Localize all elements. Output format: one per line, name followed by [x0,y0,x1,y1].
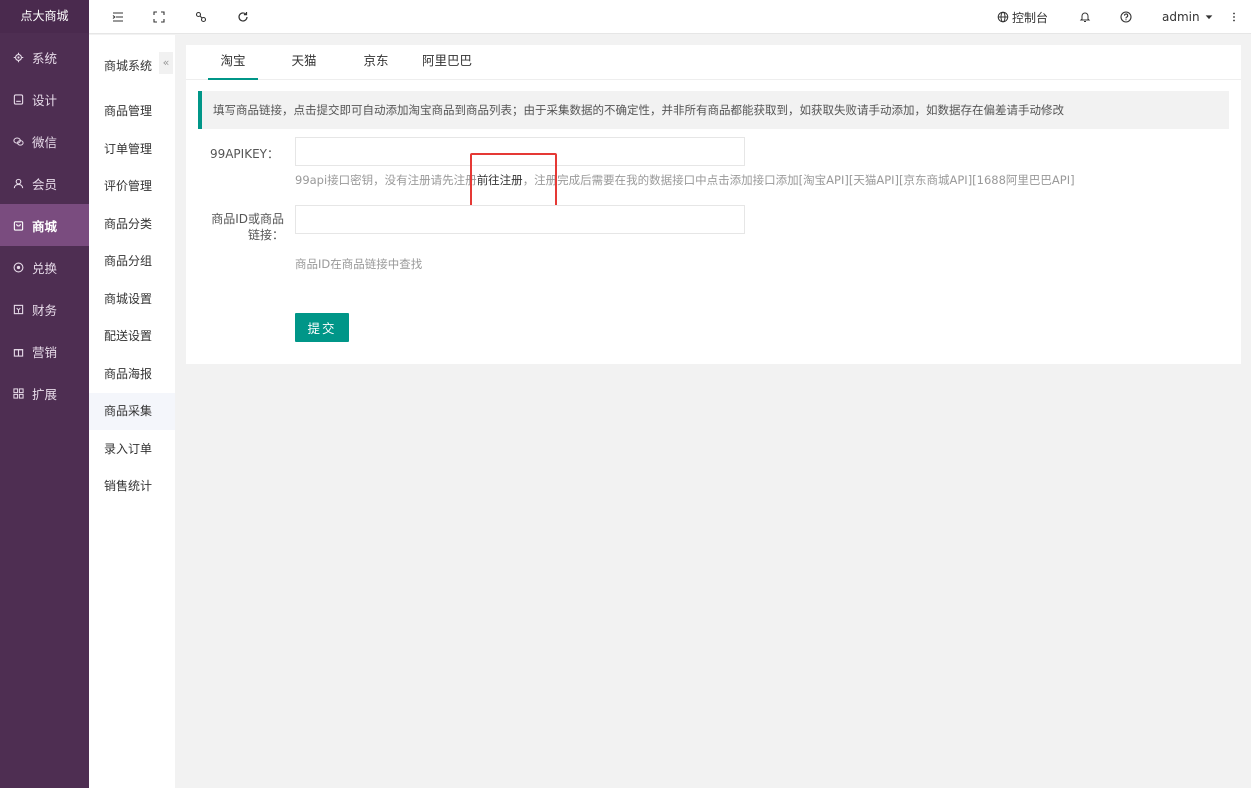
sidebar-item-label: 兑换 [32,260,58,276]
apps-icon [12,387,25,400]
secondary-menu-title: 商城系统 [104,59,153,73]
sidebar-item-member[interactable]: 会员 [0,162,89,204]
submenu-item-sales-stats[interactable]: 销售统计 [89,468,175,505]
sidebar-item-wechat[interactable]: 微信 [0,120,89,162]
brand-logo: 点大商城 [0,0,89,33]
tab-alibaba[interactable]: 阿里巴巴 [417,45,477,80]
submenu-item-enter-order[interactable]: 录入订单 [89,431,175,468]
exchange-icon [12,261,25,274]
console-label: 控制台 [1012,10,1049,25]
user-menu[interactable]: admin [1162,0,1214,34]
submenu-item-shop-settings[interactable]: 商城设置 [89,281,175,318]
goods-id-input[interactable] [295,205,745,234]
finance-icon [12,303,25,316]
goods-id-label-line1: 商品ID或商品 [211,212,284,226]
menu-toggle-icon[interactable] [111,10,125,24]
collect-card: 淘宝 天猫 京东 阿里巴巴 填写商品链接，点击提交即可自动添加淘宝商品到商品列表… [186,45,1241,364]
design-icon [12,93,25,106]
goods-id-label-line2: 链接： [247,228,284,242]
info-notice: 填写商品链接，点击提交即可自动添加淘宝商品到商品列表；由于采集数据的不确定性，并… [198,91,1229,129]
submenu-item-goods-manage[interactable]: 商品管理 [89,93,175,130]
help-icon [1120,11,1132,23]
notification-button[interactable] [1079,0,1091,34]
sidebar-item-label: 营销 [32,344,58,360]
bell-icon [1079,11,1091,23]
tab-jd[interactable]: 京东 [351,45,401,80]
more-vertical-icon [1228,11,1240,23]
fullscreen-icon[interactable] [152,10,166,24]
sidebar-item-label: 扩展 [32,386,58,402]
apikey-help-prefix: 99api接口密钥，没有注册请先注册 [295,173,477,187]
apikey-help: 99api接口密钥，没有注册请先注册前往注册，注册完成后需要在我的数据接口中点击… [295,172,1075,188]
shop-icon [12,219,25,232]
more-menu-button[interactable] [1228,0,1240,34]
submenu-item-goods-collect[interactable]: 商品采集 [89,393,175,430]
secondary-menu-header: 商城系统 « [89,35,175,92]
main-sidebar: 点大商城 系统 设计 微信 会员 商城 兑换 财务 营销 扩展 [0,0,89,788]
platform-tabs: 淘宝 天猫 京东 阿里巴巴 [186,45,1241,80]
sidebar-item-label: 设计 [32,92,58,108]
highlight-annotation [470,153,557,212]
collapse-menu-button[interactable]: « [159,52,173,74]
sidebar-item-extension[interactable]: 扩展 [0,372,89,414]
sidebar-item-label: 会员 [32,176,58,192]
sidebar-item-label: 财务 [32,302,58,318]
secondary-menu: 商城系统 « 商品管理 订单管理 评价管理 商品分类 商品分组 商城设置 配送设… [89,35,175,788]
wechat-icon [12,135,25,148]
help-button[interactable] [1120,0,1132,34]
apikey-label: 99APIKEY： [209,147,279,161]
gear-icon [12,51,25,64]
globe-icon [997,11,1009,23]
user-icon [12,177,25,190]
refresh-icon[interactable] [236,10,250,24]
tab-taobao[interactable]: 淘宝 [208,45,258,80]
username: admin [1162,10,1200,24]
sidebar-item-marketing[interactable]: 营销 [0,330,89,372]
submenu-item-group[interactable]: 商品分组 [89,243,175,280]
submenu-item-goods-poster[interactable]: 商品海报 [89,356,175,393]
sidebar-item-finance[interactable]: 财务 [0,288,89,330]
sidebar-item-design[interactable]: 设计 [0,78,89,120]
caret-down-icon [1204,12,1214,22]
sidebar-item-label: 商城 [32,218,58,234]
sidebar-item-system[interactable]: 系统 [0,36,89,78]
goods-id-help: 商品ID在商品链接中查找 [295,257,423,271]
top-header: 控制台 admin [89,0,1251,34]
link-icon[interactable] [194,10,208,24]
submenu-item-order-manage[interactable]: 订单管理 [89,131,175,168]
gift-icon [12,345,25,358]
submenu-item-category[interactable]: 商品分类 [89,206,175,243]
sidebar-item-label: 微信 [32,134,58,150]
submit-button[interactable]: 提交 [295,313,349,342]
apikey-help-suffix: ，注册完成后需要在我的数据接口中点击添加接口添加[淘宝API][天猫API][京… [522,173,1075,187]
sidebar-item-shop[interactable]: 商城 [0,204,89,246]
console-link[interactable]: 控制台 [997,0,1048,34]
sidebar-item-label: 系统 [32,50,58,66]
submenu-item-delivery-settings[interactable]: 配送设置 [89,318,175,355]
submenu-item-review-manage[interactable]: 评价管理 [89,168,175,205]
sidebar-item-exchange[interactable]: 兑换 [0,246,89,288]
tab-tmall[interactable]: 天猫 [279,45,329,80]
goods-id-label: 商品ID或商品 链接： [204,211,284,243]
